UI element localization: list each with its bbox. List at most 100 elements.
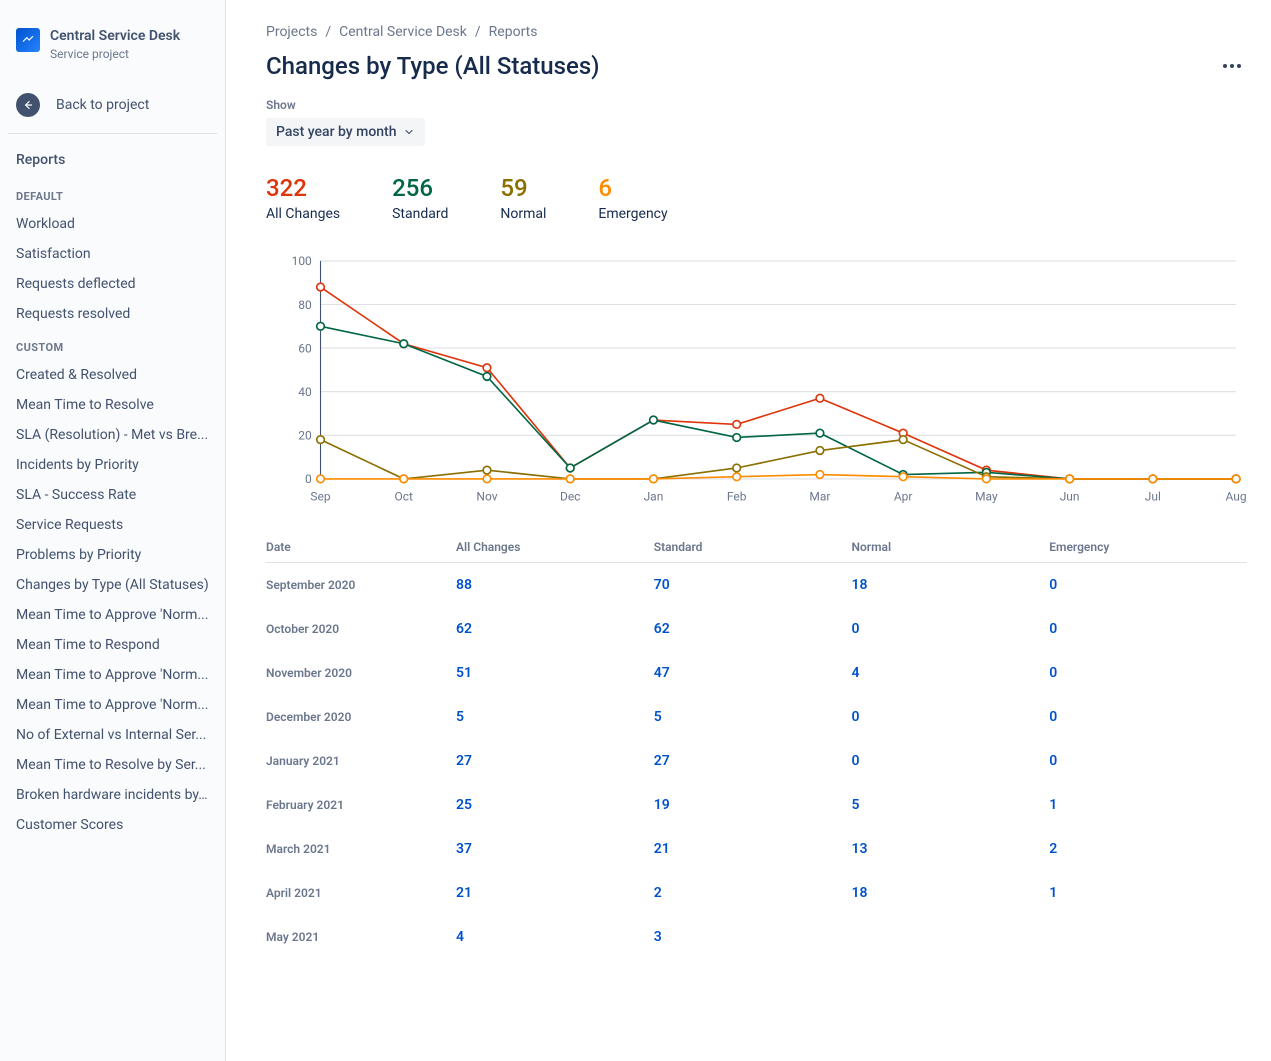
table-cell: 5 <box>654 709 852 725</box>
table-value-link[interactable]: 62 <box>654 621 670 637</box>
table-header-cell: Standard <box>654 540 852 554</box>
table-value-link[interactable]: 3 <box>654 929 662 945</box>
table-value-link[interactable]: 0 <box>1049 709 1057 725</box>
table-value-link[interactable]: 25 <box>456 797 472 813</box>
table-value-link[interactable]: 88 <box>456 577 472 593</box>
table-value-link[interactable]: 27 <box>654 753 670 769</box>
table-cell: 88 <box>456 577 654 593</box>
table-value-link[interactable]: 2 <box>654 885 662 901</box>
chart-area[interactable]: 020406080100SepOctNovDecJanFebMarAprMayJ… <box>266 250 1247 512</box>
table-value-link[interactable]: 0 <box>852 621 860 637</box>
breadcrumb-reports[interactable]: Reports <box>489 24 538 40</box>
table-value-link[interactable]: 21 <box>654 841 670 857</box>
table-cell: 2 <box>1049 841 1247 857</box>
table-value-link[interactable]: 0 <box>852 709 860 725</box>
project-header[interactable]: Central Service Desk Service project <box>8 24 217 77</box>
sidebar-item[interactable]: Created & Resolved <box>8 360 217 390</box>
metric[interactable]: 59Normal <box>500 174 546 222</box>
metric-value: 322 <box>266 174 340 202</box>
table-header-cell: Normal <box>852 540 1050 554</box>
table-value-link[interactable]: 37 <box>456 841 472 857</box>
table-value-link[interactable]: 0 <box>1049 753 1057 769</box>
table-cell: 18 <box>852 885 1050 901</box>
table-value-link[interactable]: 4 <box>456 929 464 945</box>
sidebar-item[interactable]: Requests resolved <box>8 299 217 329</box>
table-value-link[interactable]: 13 <box>852 841 868 857</box>
table-row: October 2020626200 <box>266 607 1247 651</box>
sidebar-item[interactable]: Changes by Type (All Statuses) <box>8 570 217 600</box>
sidebar-item[interactable]: SLA - Success Rate <box>8 480 217 510</box>
metric-value: 59 <box>500 174 546 202</box>
table-row: May 202143 <box>266 915 1247 959</box>
sidebar-item[interactable]: Incidents by Priority <box>8 450 217 480</box>
sidebar-item[interactable]: Service Requests <box>8 510 217 540</box>
table-value-link[interactable]: 47 <box>654 665 670 681</box>
metric[interactable]: 6Emergency <box>598 174 667 222</box>
breadcrumb-project[interactable]: Central Service Desk <box>339 24 467 40</box>
table-cell: 3 <box>654 929 852 945</box>
table-cell: 62 <box>456 621 654 637</box>
time-range-dropdown[interactable]: Past year by month <box>266 118 425 146</box>
sidebar-item[interactable]: Mean Time to Resolve by Ser... <box>8 750 217 780</box>
table-date-cell: September 2020 <box>266 578 456 592</box>
svg-text:Jul: Jul <box>1145 490 1161 504</box>
back-to-project-button[interactable]: Back to project <box>8 85 217 125</box>
table-value-link[interactable]: 1 <box>1049 885 1057 901</box>
table-header-cell: Emergency <box>1049 540 1247 554</box>
more-actions-button[interactable] <box>1217 58 1247 74</box>
sidebar-item[interactable]: Workload <box>8 209 217 239</box>
table-value-link[interactable]: 5 <box>654 709 662 725</box>
table-value-link[interactable]: 0 <box>1049 577 1057 593</box>
svg-text:Dec: Dec <box>560 490 580 504</box>
sidebar-item[interactable]: Customer Scores <box>8 810 217 840</box>
sidebar-item[interactable]: No of External vs Internal Ser... <box>8 720 217 750</box>
table-cell: 21 <box>654 841 852 857</box>
sidebar-item[interactable]: Broken hardware incidents by... <box>8 780 217 810</box>
sidebar-item[interactable]: Mean Time to Resolve <box>8 390 217 420</box>
sidebar-item[interactable]: Mean Time to Approve 'Norm... <box>8 600 217 630</box>
summary-metrics: 322All Changes 256Standard 59Normal 6Emerge… <box>266 174 1247 222</box>
svg-text:Jan: Jan <box>644 490 664 504</box>
table-value-link[interactable]: 18 <box>852 577 868 593</box>
table-row: November 2020514740 <box>266 651 1247 695</box>
reports-heading[interactable]: Reports <box>8 146 217 178</box>
table-value-link[interactable]: 0 <box>1049 665 1057 681</box>
table-value-link[interactable]: 27 <box>456 753 472 769</box>
sidebar-item[interactable]: Requests deflected <box>8 269 217 299</box>
table-cell: 5 <box>456 709 654 725</box>
table-header: DateAll ChangesStandardNormalEmergency <box>266 532 1247 563</box>
show-label: Show <box>266 98 1247 112</box>
metric-value: 6 <box>598 174 667 202</box>
table-value-link[interactable]: 51 <box>456 665 472 681</box>
breadcrumb-projects[interactable]: Projects <box>266 24 317 40</box>
table-value-link[interactable]: 70 <box>654 577 670 593</box>
table-value-link[interactable]: 1 <box>1049 797 1057 813</box>
sidebar-item[interactable]: Mean Time to Approve 'Norm... <box>8 690 217 720</box>
table-value-link[interactable]: 5 <box>456 709 464 725</box>
sidebar-item[interactable]: Satisfaction <box>8 239 217 269</box>
sidebar-item[interactable]: Mean Time to Approve 'Norm... <box>8 660 217 690</box>
table-value-link[interactable]: 5 <box>852 797 860 813</box>
table-value-link[interactable]: 0 <box>852 753 860 769</box>
table-value-link[interactable]: 18 <box>852 885 868 901</box>
table-value-link[interactable]: 62 <box>456 621 472 637</box>
metric-value: 256 <box>392 174 448 202</box>
table-value-link[interactable]: 19 <box>654 797 670 813</box>
table-cell: 5 <box>852 797 1050 813</box>
table-value-link[interactable]: 21 <box>456 885 472 901</box>
table-row: December 20205500 <box>266 695 1247 739</box>
table-value-link[interactable]: 4 <box>852 665 860 681</box>
project-logo-icon <box>16 28 40 52</box>
metric[interactable]: 322All Changes <box>266 174 340 222</box>
svg-text:0: 0 <box>305 472 312 486</box>
table-value-link[interactable]: 2 <box>1049 841 1057 857</box>
sidebar-item[interactable]: SLA (Resolution) - Met vs Bre... <box>8 420 217 450</box>
table-value-link[interactable]: 0 <box>1049 621 1057 637</box>
table-date-cell: February 2021 <box>266 798 456 812</box>
sidebar-item[interactable]: Problems by Priority <box>8 540 217 570</box>
table-cell: 62 <box>654 621 852 637</box>
metric[interactable]: 256Standard <box>392 174 448 222</box>
table-cell: 70 <box>654 577 852 593</box>
sidebar-section-heading: DEFAULT <box>8 178 217 209</box>
sidebar-item[interactable]: Mean Time to Respond <box>8 630 217 660</box>
